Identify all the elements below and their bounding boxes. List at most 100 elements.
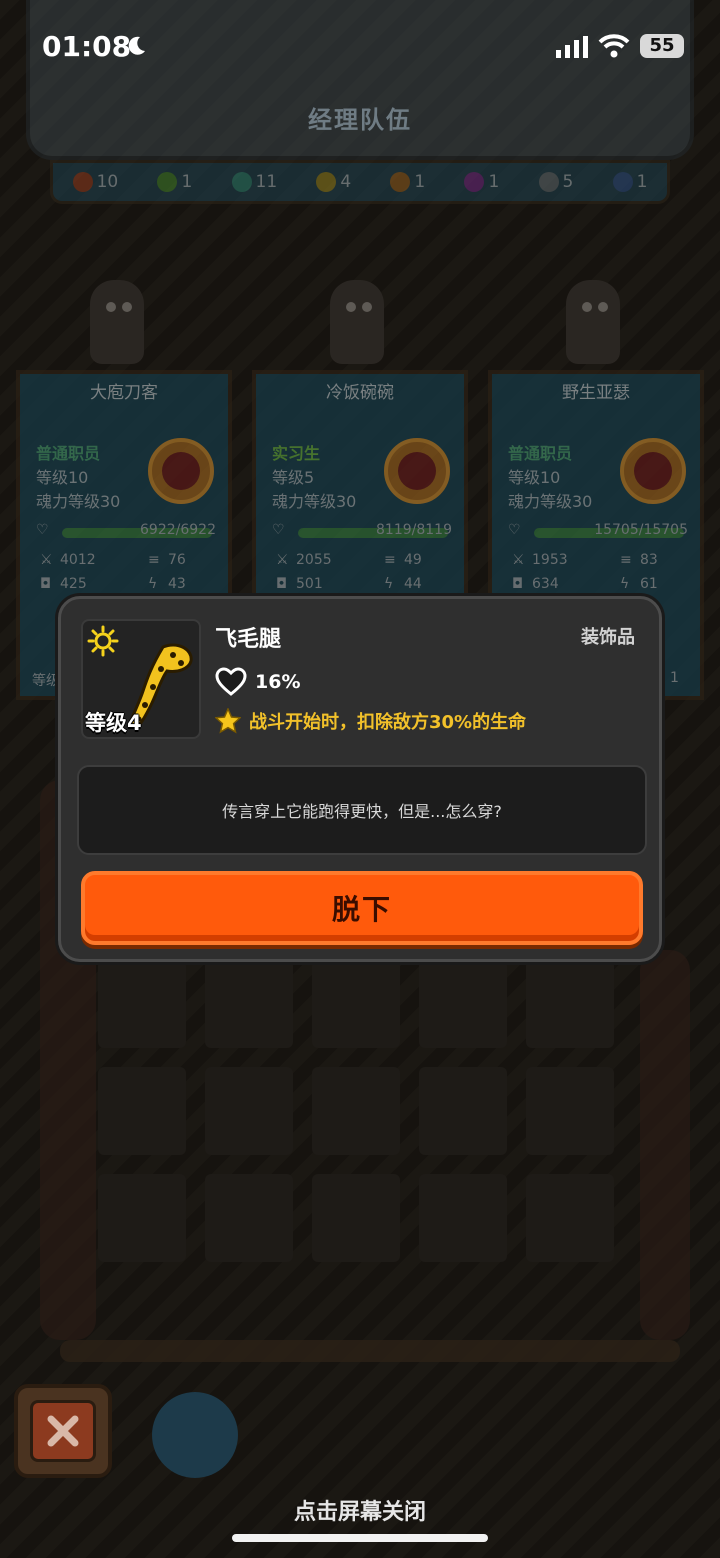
earth-icon [390, 172, 411, 192]
hp-row: ♡ 8119/8119 [272, 522, 452, 538]
attack-value: 1953 [532, 552, 568, 568]
status-time: 01:08 [42, 30, 132, 63]
heart-value: 16% [255, 671, 301, 693]
character-avatar[interactable] [312, 250, 402, 370]
attack-icon: ⚔ [512, 552, 525, 568]
heart-icon: ♡ [36, 522, 49, 538]
inventory-slot[interactable] [205, 1067, 293, 1155]
inventory-slot[interactable] [419, 1067, 507, 1155]
class-badge-icon [384, 438, 450, 504]
attack-value: 4012 [60, 552, 96, 568]
heart-icon: ♡ [508, 522, 521, 538]
speed-value: 49 [404, 552, 422, 568]
unequip-button[interactable]: 脱下 [81, 871, 643, 945]
card-level: 等级5 [272, 468, 315, 487]
inventory-slot[interactable] [312, 960, 400, 1048]
skill-description: 战斗开始时，扣除敌方30%的生命 [249, 712, 527, 733]
card-extra: 1 [670, 670, 679, 686]
monster-eye-icon [152, 1392, 238, 1478]
star-icon [215, 708, 241, 734]
element-spiral: 1 [464, 172, 499, 192]
card-level: 等级10 [36, 468, 89, 487]
inventory-slot[interactable] [98, 960, 186, 1048]
speed-value: 76 [168, 552, 186, 568]
inventory-frame-right [640, 950, 690, 1340]
home-indicator[interactable] [232, 1534, 488, 1542]
inventory-slot[interactable] [526, 1174, 614, 1262]
crit-icon: ϟ [148, 576, 158, 592]
class-badge-icon [148, 438, 214, 504]
hp-row: ♡ 15705/15705 [508, 522, 688, 538]
card-name: 大庖刀客 [90, 383, 158, 403]
character-avatar[interactable] [72, 250, 162, 370]
clover-icon [157, 172, 178, 192]
defense-value: 634 [532, 576, 559, 592]
unequip-label: 脱下 [331, 893, 392, 926]
lightning-icon [612, 172, 633, 192]
defense-value: 501 [296, 576, 323, 592]
wave-icon [231, 172, 252, 192]
close-button[interactable] [14, 1384, 112, 1478]
tornado-icon [538, 172, 559, 192]
inventory-slot[interactable] [312, 1067, 400, 1155]
speed-value: 83 [640, 552, 658, 568]
status-bar: 01:08 55 [0, 0, 720, 90]
card-extra: 等级 [32, 673, 60, 689]
inventory-slot[interactable] [526, 960, 614, 1048]
item-level: 等级4 [85, 711, 142, 735]
card-soul-level: 魂力等级30 [508, 492, 593, 511]
defense-value: 425 [60, 576, 87, 592]
tap-to-close-hint[interactable]: 点击屏幕关闭 [0, 1494, 720, 1526]
shield-icon: ◘ [276, 576, 288, 592]
element-flame: 10 [72, 172, 118, 192]
card-name: 野生亚瑟 [562, 383, 630, 403]
heart-stat-row: 16% [215, 667, 300, 697]
card-role: 普通职员 [508, 444, 573, 463]
element-wave: 11 [231, 172, 277, 192]
signal-icon [556, 36, 588, 58]
inventory-slot[interactable] [526, 1067, 614, 1155]
inventory-slot[interactable] [205, 1174, 293, 1262]
item-name: 飞毛腿 [215, 627, 282, 652]
bottom-rope [60, 1340, 680, 1362]
attack-icon: ⚔ [40, 552, 53, 568]
skill-row: 战斗开始时，扣除敌方30%的生命 [215, 707, 526, 735]
card-name: 冷饭碗碗 [326, 383, 394, 403]
card-level: 等级10 [508, 468, 561, 487]
heart-icon [215, 667, 247, 696]
item-image-box: 等级4 [81, 619, 201, 739]
screen[interactable]: 01:08 55 经理队伍 10 1 11 4 1 1 5 1 大庖刀客 普通职… [0, 0, 720, 1558]
speed-icon: ≡ [148, 552, 160, 568]
crit-value: 44 [404, 576, 422, 592]
page-title: 经理队伍 [308, 106, 412, 134]
spiral-icon [464, 172, 485, 192]
battery-icon: 55 [640, 34, 684, 58]
hp-row: ♡ 6922/6922 [36, 522, 216, 538]
flame-icon [72, 172, 93, 192]
wifi-icon [598, 34, 630, 58]
heart-icon: ♡ [272, 522, 285, 538]
card-role: 实习生 [272, 444, 321, 463]
element-tornado: 5 [538, 172, 573, 192]
element-earth: 1 [390, 172, 425, 192]
close-icon [47, 1415, 79, 1447]
attack-value: 2055 [296, 552, 332, 568]
speed-icon: ≡ [620, 552, 632, 568]
character-avatar[interactable] [548, 250, 638, 370]
crit-value: 61 [640, 576, 658, 592]
card-role: 普通职员 [36, 444, 101, 463]
card-soul-level: 魂力等级30 [272, 492, 357, 511]
inventory-slot[interactable] [419, 960, 507, 1048]
flavor-text-box: 传言穿上它能跑得更快，但是...怎么穿? [77, 765, 647, 855]
inventory-slot[interactable] [205, 960, 293, 1048]
speed-icon: ≡ [384, 552, 396, 568]
crit-icon: ϟ [620, 576, 630, 592]
element-counts-bar: 10 1 11 4 1 1 5 1 [50, 160, 670, 204]
sun-icon [87, 625, 119, 657]
inventory-slot[interactable] [419, 1174, 507, 1262]
inventory-slot[interactable] [98, 1174, 186, 1262]
inventory-grid [98, 960, 628, 1300]
inventory-slot[interactable] [98, 1067, 186, 1155]
element-lightning: 1 [612, 172, 647, 192]
inventory-slot[interactable] [312, 1174, 400, 1262]
